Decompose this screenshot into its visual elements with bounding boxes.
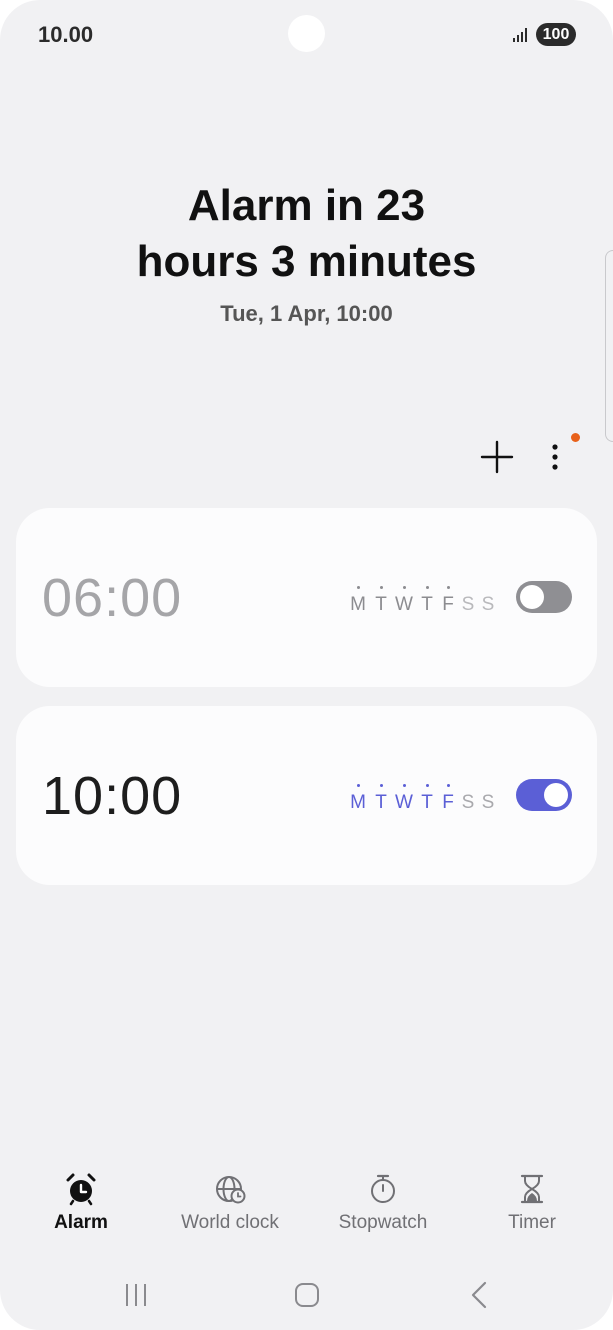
front-camera-cutout [288,15,325,52]
tab-label: Timer [508,1212,556,1233]
system-navigation-bar [0,1270,613,1320]
day-thursday: T [417,586,437,616]
notification-badge [571,433,580,442]
day-sunday: S [481,594,495,615]
battery-icon: 100 [536,23,576,46]
status-time: 10.00 [38,22,94,47]
day-wednesday: W [394,784,414,814]
alarm-countdown-line2: hours 3 minutes [136,237,477,286]
tab-alarm[interactable]: Alarm [6,1162,156,1234]
toggle-knob [520,585,544,609]
alarm-card[interactable]: 06:00 M T W T F S S [16,508,597,687]
tab-label: Stopwatch [338,1212,428,1233]
signal-icon [513,28,527,42]
day-friday: F [438,784,458,814]
alarm-time: 06:00 [42,568,183,628]
alarm-screen: 10.00 100 Alarm in 23 hours 3 minutes Tu… [0,0,613,1330]
alarm-countdown: Alarm in 23 hours 3 minutes [0,178,613,290]
day-monday: M [348,586,368,616]
next-alarm-date: Tue, 1 Apr, 10:00 [220,301,393,326]
alarm-countdown-line1: Alarm in 23 [187,181,426,230]
tab-label: World clock [181,1212,279,1233]
day-saturday: S [461,594,475,615]
plus-icon[interactable] [478,438,516,476]
day-tuesday: T [371,586,391,616]
recent-apps-icon[interactable] [119,1278,153,1312]
home-icon[interactable] [290,1278,324,1312]
alarm-toggle[interactable] [516,779,572,811]
toggle-knob [544,783,568,807]
day-wednesday: W [394,586,414,616]
globe-clock-icon [216,1176,246,1204]
alarm-time: 10:00 [42,766,183,826]
day-friday: F [438,586,458,616]
status-bar: 10.00 100 [0,0,613,68]
day-thursday: T [417,784,437,814]
bottom-navigation: Alarm World clock Stopwatch Timer [0,1162,613,1242]
tab-timer[interactable]: Timer [457,1162,607,1234]
alarm-card[interactable]: 10:00 M T W T F S S [16,706,597,885]
tab-label: Alarm [54,1212,108,1233]
hourglass-icon [520,1174,544,1204]
tab-world-clock[interactable]: World clock [155,1162,305,1234]
day-sunday: S [481,792,495,813]
more-vertical-icon[interactable] [540,438,570,476]
tab-stopwatch[interactable]: Stopwatch [308,1162,458,1234]
alarm-clock-icon [66,1173,96,1206]
day-saturday: S [461,792,475,813]
day-tuesday: T [371,784,391,814]
day-monday: M [348,784,368,814]
back-icon[interactable] [463,1278,497,1312]
alarm-toggle[interactable] [516,581,572,613]
stopwatch-icon [371,1174,395,1203]
